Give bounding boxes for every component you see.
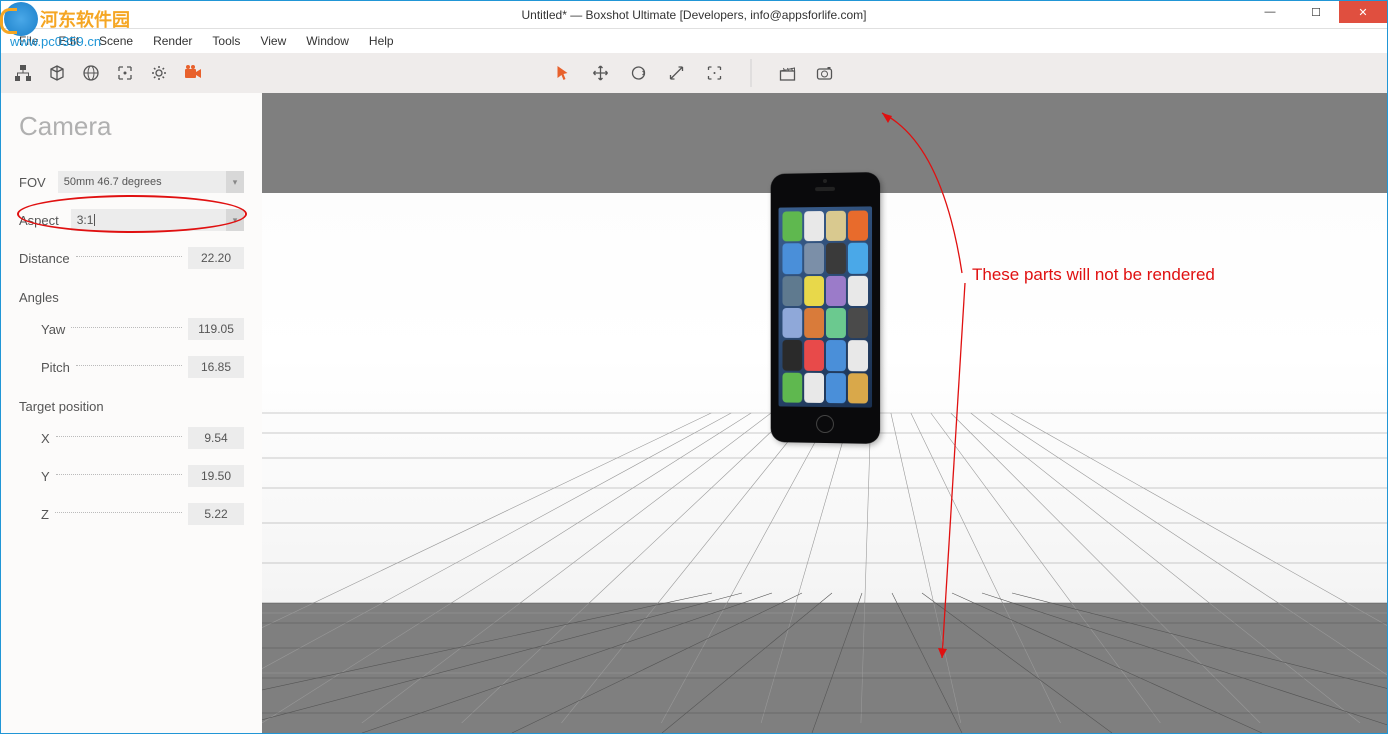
pitch-label: Pitch <box>19 360 70 375</box>
fov-select[interactable]: 50mm 46.7 degrees ▾ <box>58 171 244 193</box>
globe-icon[interactable] <box>81 63 101 83</box>
menu-scene[interactable]: Scene <box>91 32 141 50</box>
distance-label: Distance <box>19 251 70 266</box>
phone-mockup-object[interactable] <box>770 173 880 443</box>
clapper-icon[interactable] <box>778 63 798 83</box>
yaw-value[interactable]: 119.05 <box>188 318 244 340</box>
menu-tools[interactable]: Tools <box>204 32 248 50</box>
aspect-label: Aspect <box>19 213 59 228</box>
toolbar <box>1 53 1387 93</box>
target-position-label: Target position <box>19 399 244 414</box>
fit-icon[interactable] <box>705 63 725 83</box>
content-area: Camera FOV 50mm 46.7 degrees ▾ Aspect 3:… <box>1 93 1387 733</box>
gear-icon[interactable] <box>149 63 169 83</box>
menu-help[interactable]: Help <box>361 32 402 50</box>
z-value[interactable]: 5.22 <box>188 503 244 525</box>
maximize-button[interactable]: ☐ <box>1293 1 1339 23</box>
menu-file[interactable]: File <box>11 32 46 50</box>
focus-icon[interactable] <box>115 63 135 83</box>
cube-icon[interactable] <box>47 63 67 83</box>
menu-view[interactable]: View <box>252 32 294 50</box>
viewport-3d[interactable]: These parts will not be rendered <box>262 93 1387 733</box>
camera-panel: Camera FOV 50mm 46.7 degrees ▾ Aspect 3:… <box>1 93 262 733</box>
hierarchy-icon[interactable] <box>13 63 33 83</box>
render-safe-area <box>262 193 1387 603</box>
fov-label: FOV <box>19 175 46 190</box>
x-value[interactable]: 9.54 <box>188 427 244 449</box>
distance-value[interactable]: 22.20 <box>188 247 244 269</box>
minimize-button[interactable]: — <box>1247 1 1293 23</box>
menu-edit[interactable]: Edit <box>50 32 87 50</box>
angles-label: Angles <box>19 290 244 305</box>
render-camera-icon[interactable] <box>816 63 836 83</box>
scale-icon[interactable] <box>667 63 687 83</box>
y-label: Y <box>19 469 50 484</box>
x-label: X <box>19 431 50 446</box>
rotate-icon[interactable] <box>629 63 649 83</box>
camera-icon[interactable] <box>183 63 203 83</box>
window-title: Untitled* — Boxshot Ultimate [Developers… <box>522 8 867 22</box>
title-bar: Untitled* — Boxshot Ultimate [Developers… <box>1 1 1387 29</box>
yaw-label: Yaw <box>19 322 65 337</box>
menu-window[interactable]: Window <box>298 32 357 50</box>
chevron-down-icon: ▾ <box>226 171 244 193</box>
move-icon[interactable] <box>591 63 611 83</box>
chevron-down-icon: ▾ <box>226 209 244 231</box>
y-value[interactable]: 19.50 <box>188 465 244 487</box>
app-window: 河东软件园 www.pc0359.cn Untitled* — Boxshot … <box>0 0 1388 734</box>
close-button[interactable]: ✕ <box>1339 1 1387 23</box>
menu-bar: File Edit Scene Render Tools View Window… <box>1 29 1387 53</box>
menu-render[interactable]: Render <box>145 32 200 50</box>
pointer-icon[interactable] <box>553 63 573 83</box>
annotation-text: These parts will not be rendered <box>972 265 1215 285</box>
aspect-input[interactable]: 3:1 ▾ <box>71 209 244 231</box>
toolbar-separator <box>751 59 752 87</box>
z-label: Z <box>19 507 49 522</box>
pitch-value[interactable]: 16.85 <box>188 356 244 378</box>
panel-title: Camera <box>19 111 244 142</box>
